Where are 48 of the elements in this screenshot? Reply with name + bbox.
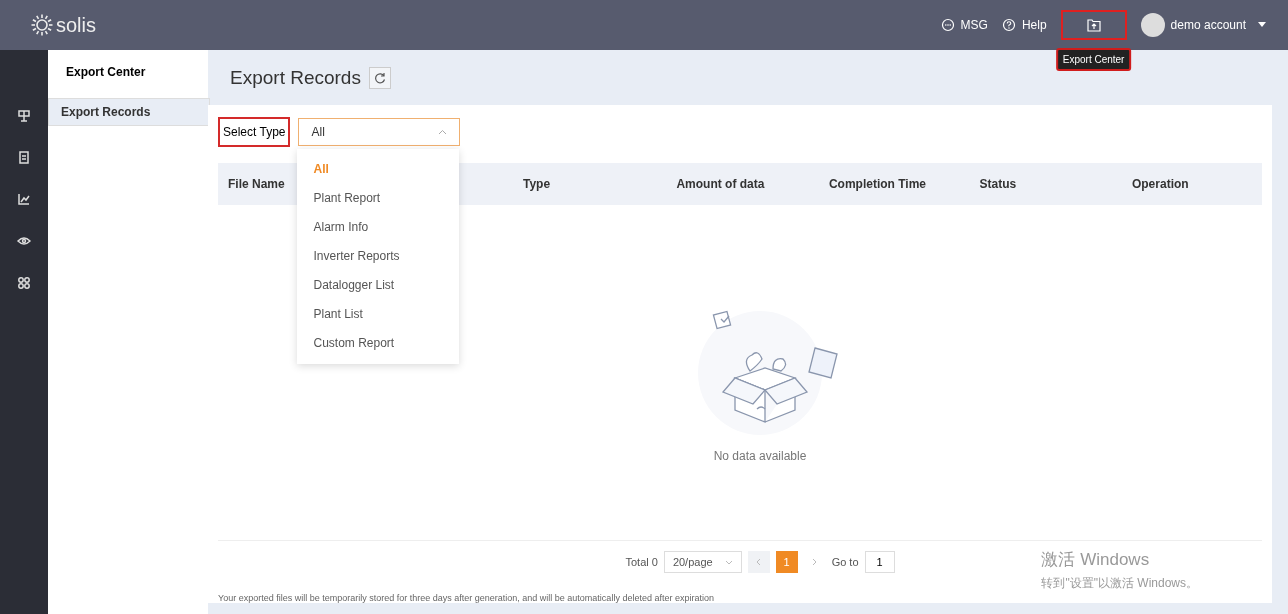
column-header: Operation	[1131, 177, 1189, 191]
type-select[interactable]: All	[298, 118, 461, 146]
empty-message: No data available	[713, 448, 807, 463]
page-size-select[interactable]: 20/page	[663, 551, 742, 573]
document-icon	[17, 150, 31, 164]
chevron-icon	[724, 559, 733, 565]
help-button[interactable]: Help	[1001, 12, 1047, 38]
page-title: Export Records	[230, 66, 361, 89]
column-header: File Name	[228, 177, 285, 191]
sun-logo-icon	[30, 13, 54, 37]
folder-upload-icon	[1086, 18, 1101, 32]
activation-title: 激活 Windows	[1041, 549, 1151, 571]
export-center-button[interactable]	[1060, 10, 1127, 40]
avatar	[1140, 13, 1165, 37]
select-type-label: Select Type	[218, 117, 291, 147]
caret-icon	[1258, 22, 1266, 28]
dropdown-option[interactable]: Datalogger List	[297, 271, 460, 300]
column-header: Status	[979, 177, 1017, 191]
column-header: Type	[522, 177, 551, 191]
chat-bubble-icon	[940, 18, 955, 32]
dropdown-option[interactable]: Plant Report	[297, 184, 460, 213]
msg-button[interactable]: MSG	[940, 12, 988, 38]
chart-icon	[17, 192, 31, 206]
dropdown-option[interactable]: Inverter Reports	[297, 242, 460, 271]
dropdown-option[interactable]: Alarm Info	[297, 213, 460, 242]
refresh-button[interactable]	[368, 66, 391, 89]
column-header: Amount of data	[676, 177, 765, 191]
goto-label: Go to	[831, 556, 859, 568]
building-icon	[17, 108, 31, 122]
chevron-right-icon	[812, 558, 818, 566]
chevron-left-icon	[756, 558, 762, 566]
retention-note: Your exported files will be temporarily stored for three days after generation, and will be automatically deleted after expiration	[218, 593, 715, 603]
help-icon	[1001, 18, 1016, 32]
submenu-title: Export Center	[65, 64, 147, 81]
tooltip: Export Center	[1055, 48, 1132, 71]
refresh-icon	[373, 71, 386, 84]
total-count: Total 0	[625, 556, 658, 568]
chevron-icon	[438, 129, 448, 135]
grid-icon	[17, 276, 31, 290]
goto-page-field[interactable]: 1	[864, 551, 895, 573]
logo-text: solis	[56, 13, 96, 37]
account-menu[interactable]: demo account	[1170, 12, 1266, 38]
column-header: Completion Time	[828, 177, 926, 191]
submenu-item[interactable]: Export Records	[48, 98, 210, 126]
dropdown-option[interactable]: Plant List	[297, 300, 460, 329]
eye-icon	[17, 234, 31, 248]
activation-hint: 转到"设置"以激活 Windows。	[1041, 575, 1198, 592]
dropdown-option[interactable]: Custom Report	[297, 329, 460, 358]
